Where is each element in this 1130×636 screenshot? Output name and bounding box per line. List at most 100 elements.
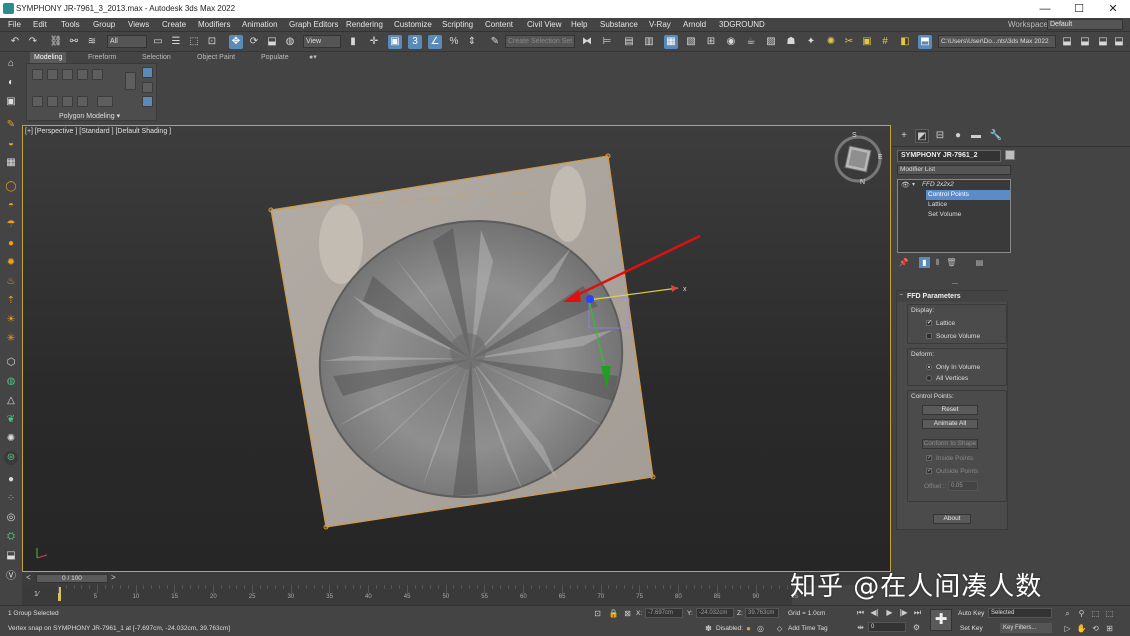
vertex-mode-icon[interactable] (32, 69, 43, 80)
mirror-icon[interactable]: ⧓ (580, 35, 594, 49)
border-mode-icon[interactable] (62, 69, 73, 80)
key-selected-dropdown[interactable]: Selected (988, 608, 1052, 618)
modifier-list-dropdown[interactable]: Modifier List (897, 165, 1011, 175)
selection-lock-icon[interactable]: 🔒 (608, 608, 619, 619)
edit-named-sel-icon[interactable]: ✎ (488, 35, 502, 49)
make-planar-icon[interactable] (97, 96, 113, 107)
menu-scripting[interactable]: Scripting (442, 20, 473, 29)
project-extra-icon[interactable]: ⬓ (1112, 35, 1126, 49)
about-button[interactable]: About (933, 514, 971, 524)
reset-button[interactable]: Reset (922, 405, 978, 415)
object-color-swatch[interactable] (1005, 150, 1015, 160)
menu-substance[interactable]: Substance (600, 20, 638, 29)
time-slider-thumb[interactable]: 0 / 100 (36, 574, 108, 583)
set-key-big-button[interactable]: ✚ (930, 609, 952, 631)
close-button[interactable]: ✕ (1096, 0, 1130, 18)
bulb-icon[interactable]: ♨ (4, 275, 18, 289)
isolate-icon[interactable] (142, 96, 153, 107)
go-to-start-icon[interactable]: ⏮ (855, 607, 866, 618)
toggle-ribbon-icon[interactable]: ▥ (642, 35, 656, 49)
align-icon[interactable]: ⊨ (600, 35, 614, 49)
menu-3dground[interactable]: 3DGROUND (719, 20, 765, 29)
magic-wand-icon[interactable]: ✦ (804, 35, 818, 49)
object-name-field[interactable]: SYMPHONY JR-7961_2 (897, 150, 1001, 162)
circle-icon[interactable]: ● (4, 237, 18, 251)
edge-mode-icon[interactable] (47, 69, 58, 80)
go-to-end-icon[interactable]: ⏭ (912, 607, 923, 618)
hierarchy-tab-icon[interactable]: ⊟ (933, 129, 947, 143)
next-key-icon[interactable]: |▶ (898, 607, 909, 618)
animate-all-button[interactable]: Animate All (922, 419, 978, 429)
unlink-icon[interactable]: ⚯ (67, 35, 81, 49)
menu-help[interactable]: Help (571, 20, 587, 29)
window-crossing-icon[interactable]: ⊡ (205, 35, 219, 49)
time-config-icon[interactable]: ⚙ (911, 622, 922, 633)
tab-object-paint[interactable]: Object Paint (193, 52, 239, 63)
menu-file[interactable]: File (8, 20, 21, 29)
menu-content[interactable]: Content (485, 20, 513, 29)
pin-stack-icon[interactable]: 📌 (898, 257, 909, 268)
zoom-all-icon[interactable]: ⚲ (1076, 608, 1087, 619)
project-save-icon[interactable]: ⬓ (1078, 35, 1092, 49)
render-setup-icon[interactable]: ☕ (744, 35, 758, 49)
tab-populate[interactable]: Populate (257, 52, 293, 63)
play-icon[interactable]: ▶ (884, 607, 895, 618)
pencil-icon[interactable]: ✎ (4, 118, 18, 132)
rollout-collapse-icon[interactable]: − (899, 292, 903, 299)
scale-icon[interactable]: ⬓ (265, 35, 279, 49)
make-unique-icon[interactable]: ⫴ (932, 257, 943, 268)
project-settings-icon[interactable]: ⬓ (1096, 35, 1110, 49)
zoom-extents-icon[interactable]: ⬚ (1090, 608, 1101, 619)
select-manipulate-icon[interactable]: ✛ (367, 35, 381, 49)
menu-edit[interactable]: Edit (33, 20, 47, 29)
sun-icon[interactable]: ☀ (4, 313, 18, 327)
bucket-icon[interactable]: ◒ (4, 137, 18, 151)
sphere-icon[interactable]: ● (4, 473, 18, 487)
sunburst-icon[interactable]: ✳ (4, 332, 18, 346)
cube-icon[interactable]: ⬡ (4, 356, 18, 370)
time-slider[interactable]: < 0 / 100 > (22, 572, 891, 585)
angle-snap-icon[interactable]: ∠ (428, 35, 442, 49)
all-vertices-radio[interactable] (926, 375, 932, 381)
menu-customize[interactable]: Customize (394, 20, 432, 29)
polygon-mode-icon[interactable] (77, 69, 88, 80)
menu-tools[interactable]: Tools (61, 20, 80, 29)
menu-arnold[interactable]: Arnold (683, 20, 706, 29)
grid-icon[interactable]: # (878, 35, 892, 49)
spinner-snap-icon[interactable]: ⇕ (465, 35, 479, 49)
globe-icon[interactable]: ◍ (4, 375, 18, 389)
expand-icon[interactable]: ▾ (912, 181, 915, 188)
menu-graph-editors[interactable]: Graph Editors (289, 20, 338, 29)
adaptive-degradation-icon[interactable]: ✽ (703, 623, 714, 634)
menu-views[interactable]: Views (128, 20, 149, 29)
absolute-mode-icon[interactable]: ⊠ (622, 608, 633, 619)
collapse-icon[interactable] (77, 96, 88, 107)
conform-to-shape-button[interactable]: Conform to Shape (922, 439, 978, 449)
maxscript-icon[interactable]: ◎ (755, 623, 766, 634)
configure-sets-icon[interactable]: ▤ (974, 257, 985, 268)
use-softselection-icon[interactable] (125, 72, 136, 90)
viewport-icon[interactable]: ▣ (4, 95, 18, 109)
modify-tab-icon[interactable]: ◩ (915, 129, 929, 143)
scene-explorer-toggle-icon[interactable]: ⌂ (4, 57, 18, 71)
pyramid-icon[interactable]: △ (4, 394, 18, 408)
select-object-icon[interactable]: ▭ (151, 35, 165, 49)
light-rig-icon[interactable]: ⛭ (4, 530, 18, 544)
scene-explorer-icon[interactable]: ▦ (664, 35, 678, 49)
tab-modeling[interactable]: Modeling (30, 52, 67, 63)
maximize-viewport-icon[interactable]: ⊞ (1104, 623, 1115, 634)
box-icon[interactable]: ▣ (860, 35, 874, 49)
stack-item-lattice[interactable]: Lattice (926, 200, 1010, 210)
z-coordinate-field[interactable]: 39.763cm (745, 608, 779, 618)
ribbon-options-icon[interactable]: ●▾ (305, 52, 321, 63)
pan-icon[interactable]: ✋ (1076, 623, 1087, 634)
redo-icon[interactable]: ↷ (26, 35, 40, 49)
lamp-icon[interactable]: ☂ (4, 218, 18, 232)
render-icon[interactable]: ☗ (784, 35, 798, 49)
current-frame-field[interactable]: 0 (868, 622, 906, 632)
remove-modifier-icon[interactable]: 🗑 (946, 257, 957, 268)
rotate-icon[interactable]: ⟳ (247, 35, 261, 49)
vray-logo-icon[interactable]: Ⓥ (4, 570, 18, 584)
offset-spinner[interactable]: 0.05 (948, 481, 978, 491)
lightbulb-icon[interactable]: ✺ (824, 35, 838, 49)
